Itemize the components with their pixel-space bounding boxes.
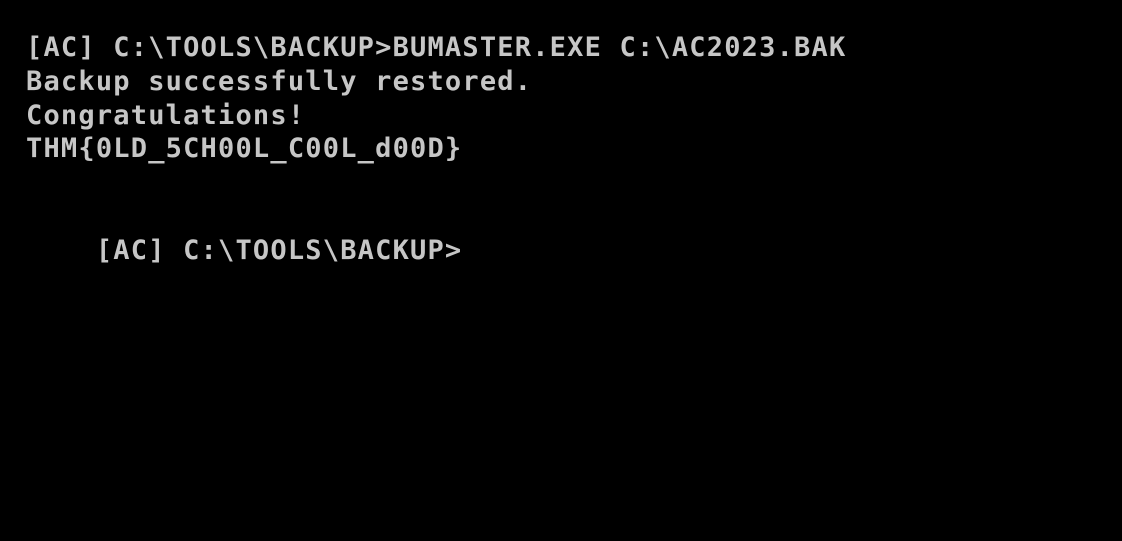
prompt-text: [AC] C:\TOOLS\BACKUP> [95, 234, 463, 266]
output-restore-message: Backup successfully restored. [26, 65, 533, 97]
output-congratulations: Congratulations! [26, 99, 306, 131]
command-line: [AC] C:\TOOLS\BACKUP>BUMASTER.EXE C:\AC2… [26, 32, 847, 63]
terminal-console[interactable]: [AC] C:\TOOLS\BACKUP>BUMASTER.EXE C:\AC2… [26, 31, 1106, 266]
output-flag: THM{0LD_5CH00L_C00L_d00D} [26, 133, 463, 165]
current-prompt-row[interactable]: [AC] C:\TOOLS\BACKUP> [26, 200, 1106, 266]
